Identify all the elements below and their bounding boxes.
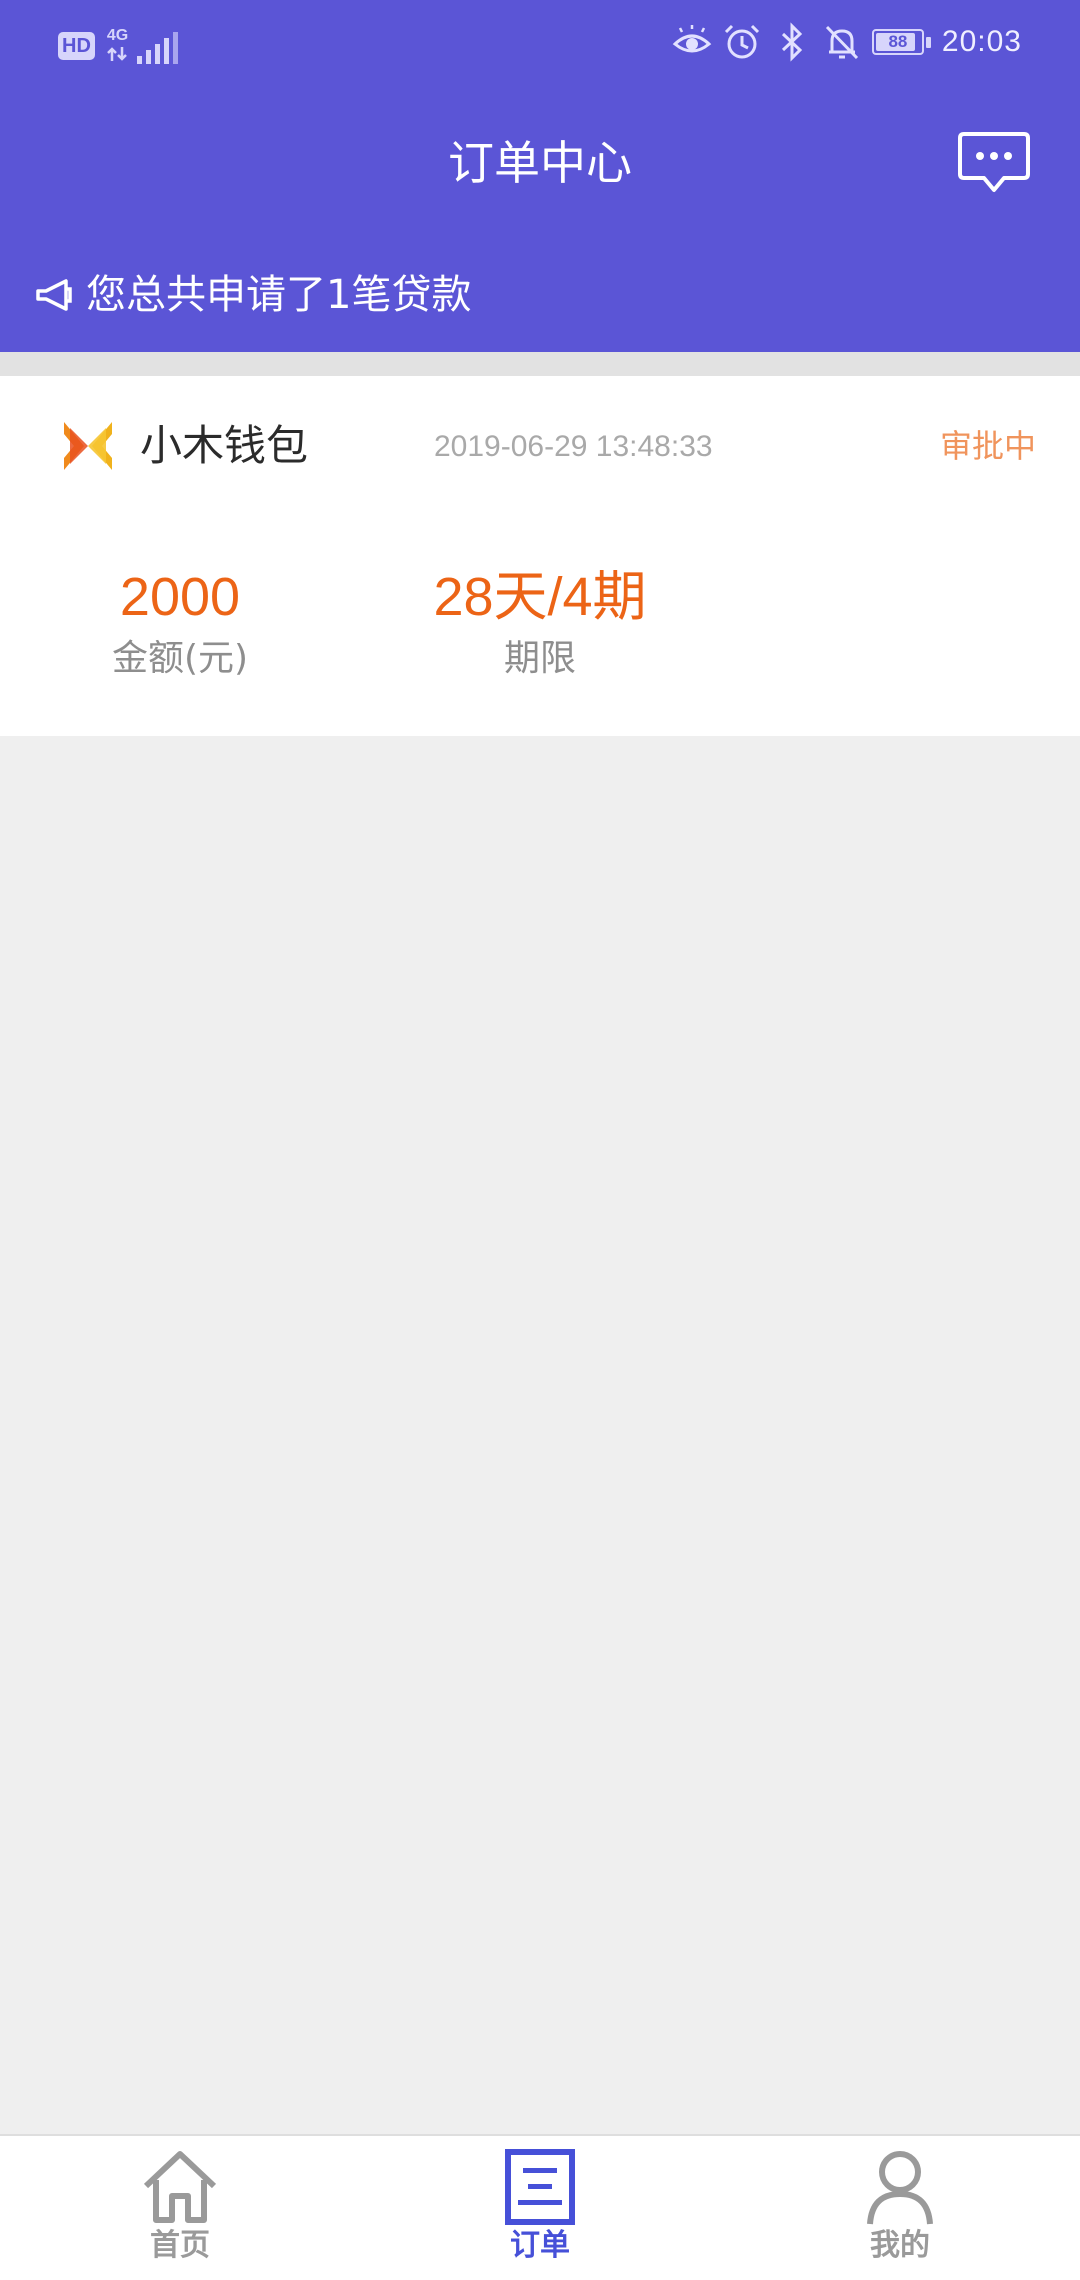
clock: 20:03 xyxy=(941,25,1022,58)
nav-label-mine: 我的 xyxy=(870,2228,930,2263)
amount-label: 金额(元) xyxy=(111,638,249,679)
header: HD 4G 88 20:03 订单中心 您总共申请了1笔贷款 xyxy=(0,0,1080,352)
bottom-nav: 首页 订单 我的 xyxy=(0,2134,1080,2280)
network-label: 4G xyxy=(106,27,129,44)
nav-item-home[interactable]: 首页 xyxy=(60,2148,300,2280)
status-badge: 审批中 xyxy=(939,427,1036,465)
amount-value: 2000 xyxy=(119,567,241,627)
home-icon xyxy=(143,2151,217,2223)
data-arrows-icon xyxy=(107,47,127,61)
brand-logo-icon xyxy=(64,422,112,470)
status-left: HD 4G xyxy=(58,28,215,64)
section-divider xyxy=(0,352,1080,376)
nav-label-home: 首页 xyxy=(150,2228,210,2263)
term-stat: 28天/4期 期限 xyxy=(410,562,670,686)
status-right: 88 20:03 xyxy=(672,22,1022,62)
page-title: 订单中心 xyxy=(448,136,632,190)
battery-level: 88 xyxy=(888,32,908,51)
battery-nub xyxy=(925,37,931,48)
eye-comfort-icon xyxy=(672,25,712,53)
nav-label-order: 订单 xyxy=(510,2228,570,2263)
loan-notice: 您总共申请了1笔贷款 xyxy=(34,262,471,328)
signal-group: 4G xyxy=(105,28,215,64)
bluetooth-icon xyxy=(781,22,803,62)
nav-item-order[interactable]: 订单 xyxy=(420,2148,660,2280)
term-label: 期限 xyxy=(503,638,576,679)
order-time: 2019-06-29 13:48:33 xyxy=(434,430,713,463)
term-value: 28天/4期 xyxy=(433,567,647,627)
amount-stat: 2000 金额(元) xyxy=(50,562,310,686)
order-icon xyxy=(505,2149,575,2225)
status-bar: HD 4G 88 20:03 xyxy=(0,0,1080,92)
megaphone-icon xyxy=(36,279,72,311)
battery-indicator: 88 xyxy=(871,27,932,57)
person-icon xyxy=(867,2151,933,2225)
notice-text: 您总共申请了1笔贷款 xyxy=(86,272,472,318)
mute-bell-icon xyxy=(825,25,858,60)
order-card[interactable]: 小木钱包 2019-06-29 13:48:33 审批中 2000 金额(元) … xyxy=(0,376,1080,736)
message-bubble-icon[interactable] xyxy=(958,130,1030,194)
nav-item-mine[interactable]: 我的 xyxy=(780,2148,1020,2280)
alarm-icon xyxy=(724,24,759,59)
signal-icon xyxy=(136,32,178,64)
hd-badge: HD xyxy=(58,32,95,60)
brand-name: 小木钱包 xyxy=(140,421,309,470)
